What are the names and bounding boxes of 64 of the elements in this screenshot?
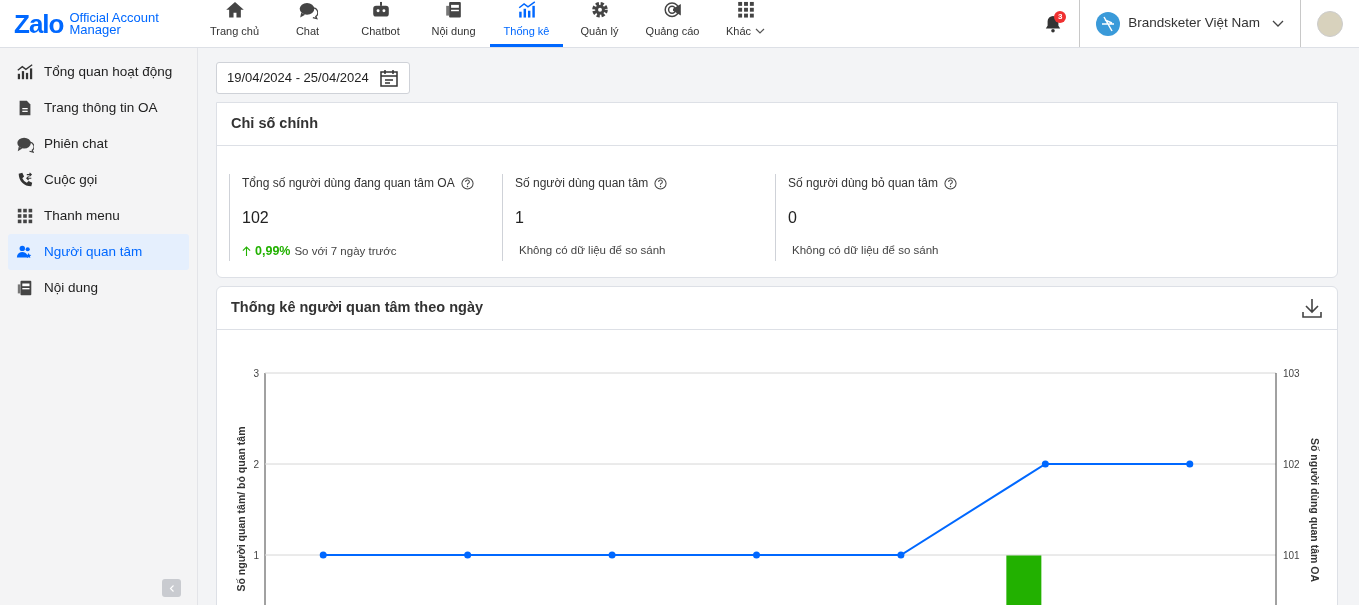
- nav-tab[interactable]: Nội dung: [417, 0, 490, 47]
- metric-label: Số người dùng bỏ quan tâm: [788, 175, 938, 192]
- metric-value: 0: [788, 208, 798, 228]
- megaphone-icon: [662, 0, 683, 20]
- sidebar-item[interactable]: Người quan tâm: [8, 234, 189, 270]
- bar-chart-icon: [516, 0, 537, 20]
- account-switcher[interactable]: Brandsketer Việt Nam: [1096, 11, 1284, 36]
- help-icon[interactable]: [654, 176, 668, 190]
- metric-value: 102: [242, 208, 270, 228]
- sidebar-item[interactable]: Cuộc gọi: [8, 162, 189, 198]
- axis-tick-label: 3: [253, 367, 259, 379]
- nav-tab[interactable]: Quảng cáo: [636, 0, 709, 47]
- axis-tick-label: 2: [253, 458, 259, 470]
- zalo-logo: Zalo: [14, 10, 64, 37]
- sidebar-item[interactable]: Tổng quan hoạt động: [8, 54, 189, 90]
- metric-value: 1: [515, 208, 525, 228]
- notification-count: 3: [1054, 10, 1067, 23]
- arrow-up-icon: [242, 245, 251, 257]
- section-title: Thống kê người quan tâm theo ngày: [231, 297, 483, 317]
- download-icon: [1301, 296, 1323, 319]
- grid-icon: [16, 207, 34, 225]
- axis-title: Số người quan tâm/ bỏ quan tâm: [235, 426, 247, 592]
- date-range-picker[interactable]: 19/04/2024 - 25/04/2024: [216, 62, 410, 94]
- metric-change: 0,99%: [255, 243, 291, 260]
- axis-tick-label: 101: [1283, 549, 1300, 561]
- metric-label: Số người dùng quan tâm: [515, 175, 649, 192]
- axis-title: Số người dùng quan tâm OA: [1309, 437, 1321, 582]
- comparison-text: Không có dữ liệu để so sánh: [519, 243, 666, 258]
- chevron-left-icon: [168, 583, 175, 593]
- download-button[interactable]: [1301, 296, 1323, 319]
- nav-tab[interactable]: Khác: [709, 0, 782, 47]
- phone-icon: [16, 171, 34, 189]
- nav-tab[interactable]: Trang chủ: [198, 0, 271, 47]
- axis-tick-label: 1: [253, 549, 259, 561]
- axis-tick-label: 102: [1283, 458, 1300, 470]
- sidebar-item[interactable]: Trang thông tin OA: [8, 90, 189, 126]
- section-title: Chỉ số chính: [231, 114, 318, 134]
- users-icon: [16, 243, 34, 261]
- home-icon: [224, 0, 245, 20]
- sidebar-item[interactable]: Nội dung: [8, 270, 189, 306]
- nav-tab[interactable]: Chatbot: [344, 0, 417, 47]
- speech-bubbles-icon: [16, 135, 34, 153]
- help-icon[interactable]: [460, 176, 474, 190]
- bar-chart-icon: [16, 63, 34, 81]
- grid-icon: [735, 0, 756, 20]
- notification-bell-button[interactable]: 3: [1043, 12, 1064, 35]
- brand-subtitle: Manager: [69, 23, 121, 36]
- sidebar-item[interactable]: Thanh menu: [8, 198, 189, 234]
- speech-bubbles-icon: [297, 0, 318, 20]
- brand-subtitle: Official Account: [69, 11, 159, 24]
- chart-bar: [1006, 554, 1042, 605]
- chevron-down-icon: [1272, 19, 1284, 28]
- comparison-text: So với 7 ngày trước: [294, 243, 397, 259]
- account-logo-icon: [1096, 11, 1121, 36]
- notebook-icon: [16, 279, 34, 297]
- nav-tab[interactable]: Quản lý: [563, 0, 636, 47]
- calendar-icon: [378, 68, 399, 88]
- nav-tab[interactable]: Thống kê: [490, 0, 563, 47]
- nav-tab[interactable]: Chat: [271, 0, 344, 47]
- help-icon[interactable]: [944, 176, 957, 190]
- sidebar-item[interactable]: Phiên chat: [8, 126, 189, 162]
- axis-tick-label: 103: [1283, 367, 1300, 379]
- metric-label: Tổng số người dùng đang quan tâm OA: [242, 175, 455, 192]
- comparison-text: Không có dữ liệu để so sánh: [792, 243, 939, 258]
